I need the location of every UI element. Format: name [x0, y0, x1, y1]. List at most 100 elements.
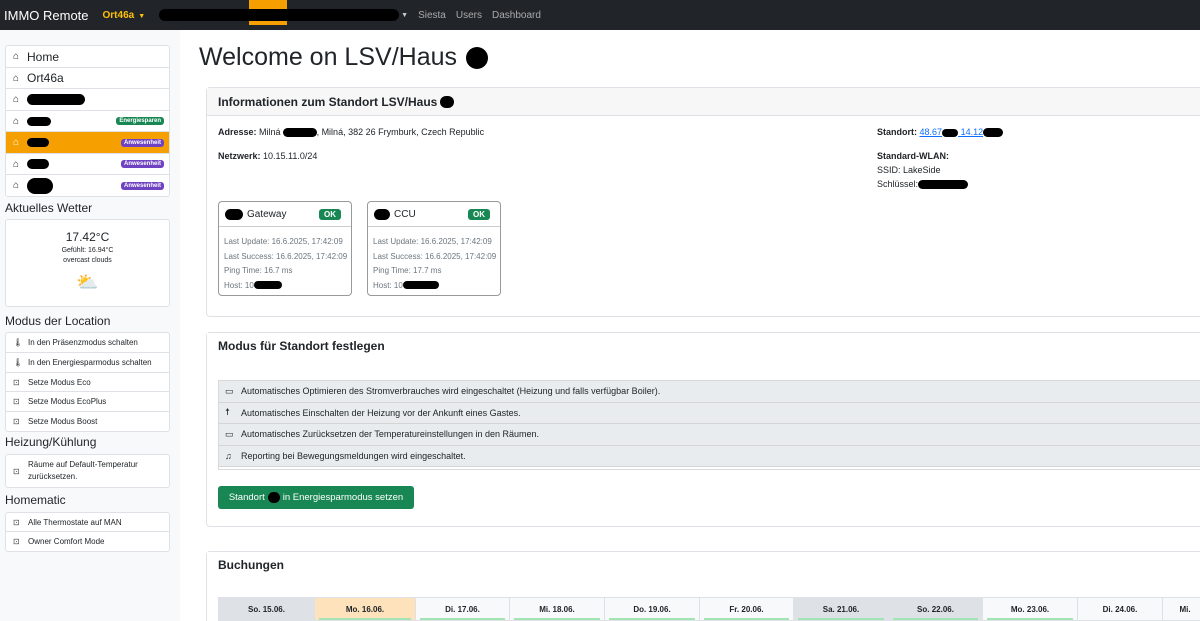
mode-item-text: Automatisches Einschalten der Heizung vo… — [241, 407, 521, 418]
set-energy-save-button[interactable]: Standort in Energiesparmodus setzen — [218, 486, 414, 509]
device-name: Gateway — [247, 208, 287, 220]
list-item: ♫ Reporting bei Bewegungsmeldungen wird … — [219, 445, 1200, 467]
nav-link-siesta[interactable]: Siesta — [418, 10, 446, 21]
page-title: Welcome on LSV/Haus — [199, 43, 488, 72]
action-reset-temperature[interactable]: ⊡ Räume auf Default-Temperatur zurückset… — [6, 455, 169, 487]
sidebar-item-location-4[interactable]: ⌂ Energiesparen — [6, 111, 169, 132]
day-header[interactable]: Mo. 16.06. — [314, 597, 415, 621]
day-header[interactable]: Fr. 20.06. — [699, 597, 793, 621]
device-header: Gateway OK — [219, 202, 351, 226]
network-value: 10.15.11.0/24 — [263, 151, 318, 161]
booking-bar[interactable] — [987, 618, 1073, 620]
action-energy-save-mode[interactable]: 🌡 In den Energiesparmodus schalten — [6, 353, 169, 373]
device-name: CCU — [394, 208, 416, 220]
action-label: In den Energiesparmodus schalten — [28, 358, 152, 367]
heating-action-list: ⊡ Räume auf Default-Temperatur zurückset… — [5, 454, 170, 488]
sidebar-item-home[interactable]: ⌂ Home — [6, 46, 169, 68]
action-label: Owner Comfort Mode — [28, 537, 105, 546]
page-title-text: Welcome on LSV/Haus — [199, 43, 457, 71]
location-dropdown[interactable]: Ort46a ▼ — [103, 10, 146, 21]
booking-calendar: So. 15.06. Mo. 16.06. Di. 17.06. Mi. 18.… — [218, 597, 1200, 621]
device-card-ccu: CCU OK Last Update: 16.6.2025, 17:42:09 … — [367, 201, 501, 296]
sidebar-item-ort46a[interactable]: ⌂ Ort46a — [6, 68, 169, 89]
status-badge: Anwesenheit — [120, 181, 164, 190]
sidebar-item-location-6[interactable]: ⌂ Anwesenheit — [6, 154, 169, 175]
booking-bar[interactable] — [514, 618, 600, 620]
chevron-down-icon[interactable]: ▼ — [401, 12, 408, 19]
device-last-success: Last Success: 16.6.2025, 17:42:09 — [224, 251, 348, 261]
day-header[interactable]: Di. 24.06. — [1077, 597, 1162, 621]
booking-bar[interactable] — [319, 618, 411, 620]
address-value: Milná — [259, 127, 281, 137]
device-header: CCU OK — [368, 202, 500, 226]
action-thermostats-man[interactable]: ⊡ Alle Thermostate auf MAN — [6, 513, 169, 532]
main-content: Welcome on LSV/Haus Informationen zum St… — [180, 30, 1200, 621]
terminal-icon: ⊡ — [13, 417, 20, 426]
terminal-icon: ⊡ — [13, 517, 20, 527]
device-host: Host: 10 — [373, 279, 500, 294]
booking-bar[interactable] — [704, 618, 789, 620]
device-card-gateway: Gateway OK Last Update: 16.6.2025, 17:42… — [218, 201, 352, 296]
redacted-text — [918, 180, 969, 190]
wlan-key-line: Schlüssel: — [877, 179, 969, 190]
day-label: Mi. — [1179, 604, 1191, 614]
action-label: Setze Modus Boost — [28, 417, 98, 426]
day-header[interactable]: Sa. 21.06. — [793, 597, 888, 621]
nav-link-dashboard[interactable]: Dashboard — [492, 10, 541, 21]
booking-bar[interactable] — [420, 618, 505, 620]
redacted-text — [983, 128, 1004, 138]
wlan-label-line: Standard-WLAN: — [877, 151, 949, 161]
redacted-name — [267, 492, 280, 503]
redacted-text — [402, 281, 439, 290]
device-host: Host: 10 — [224, 279, 351, 294]
day-label: Sa. 21.06. — [822, 604, 860, 614]
redacted-name — [27, 159, 49, 169]
booking-bar[interactable] — [798, 618, 884, 620]
action-mode-eco[interactable]: ⊡ Setze Modus Eco — [6, 373, 169, 392]
mode-item-text: Reporting bei Bewegungsmeldungen wird ei… — [241, 450, 466, 461]
heating-heading: Heizung/Kühlung — [5, 435, 97, 449]
action-mode-ecoplus[interactable]: ⊡ Setze Modus EcoPlus — [6, 392, 169, 412]
nav-link-users[interactable]: Users — [456, 10, 482, 21]
card-header: Buchungen — [207, 552, 1200, 577]
homematic-heading: Homematic — [5, 493, 66, 507]
app-brand[interactable]: IMMO Remote — [0, 8, 89, 23]
booking-bar[interactable] — [609, 618, 695, 620]
thermometer-icon: 🌡 — [13, 338, 24, 347]
toggle-icon: ▭ — [225, 428, 234, 439]
toggle-icon: ▭ — [225, 385, 234, 396]
device-last-success: Last Success: 16.6.2025, 17:42:09 — [373, 251, 497, 261]
action-owner-comfort[interactable]: ⊡ Owner Comfort Mode — [6, 532, 169, 551]
ssid-line: SSID: LakeSide — [877, 165, 941, 175]
thermometer-icon: 🌡 — [13, 358, 24, 367]
mode-description-list[interactable]: ▭ Automatisches Optimieren des Stromverb… — [218, 380, 1200, 470]
day-header[interactable]: Mo. 23.06. — [982, 597, 1077, 621]
day-header[interactable]: So. 15.06. — [218, 597, 314, 621]
action-mode-boost[interactable]: ⊡ Setze Modus Boost — [6, 412, 169, 431]
sidebar-item-location-5[interactable]: ⌂ Anwesenheit — [6, 132, 169, 154]
location-label: Standort: — [877, 127, 917, 137]
day-header[interactable]: Mi. — [1162, 597, 1200, 621]
weather-heading: Aktuelles Wetter — [5, 201, 93, 215]
location-list: ⌂ Home ⌂ Ort46a ⌂ ⌂ Energiesparen ⌂ Anwe… — [5, 45, 170, 197]
action-label: Setze Modus Eco — [28, 377, 91, 387]
day-header[interactable]: Do. 19.06. — [604, 597, 699, 621]
sidebar-item-location-7[interactable]: ⌂ Anwesenheit — [6, 175, 169, 196]
day-header[interactable]: Di. 17.06. — [415, 597, 509, 621]
booking-bar[interactable] — [893, 618, 978, 620]
bookings-card: Buchungen So. 15.06. Mo. 16.06. Di. 17.0… — [206, 551, 1200, 621]
redacted-name — [374, 208, 390, 220]
action-presence-mode[interactable]: 🌡 In den Präsenzmodus schalten — [6, 333, 169, 353]
redacted-text — [253, 281, 282, 290]
coords-lat: 48.67 — [919, 127, 943, 137]
card-header: Modus für Standort festlegen — [207, 333, 1200, 358]
mode-heading: Modus der Location — [5, 314, 111, 328]
day-label: Di. 24.06. — [1102, 604, 1138, 614]
home-icon: ⌂ — [13, 180, 20, 191]
coords-link[interactable]: 48.67 14.12 — [920, 127, 984, 137]
device-ping: Ping Time: 17.7 ms — [373, 266, 442, 275]
sidebar-item-location-3[interactable]: ⌂ — [6, 89, 169, 111]
day-header[interactable]: So. 22.06. — [888, 597, 982, 621]
status-badge: OK — [319, 209, 341, 220]
day-header[interactable]: Mi. 18.06. — [509, 597, 604, 621]
